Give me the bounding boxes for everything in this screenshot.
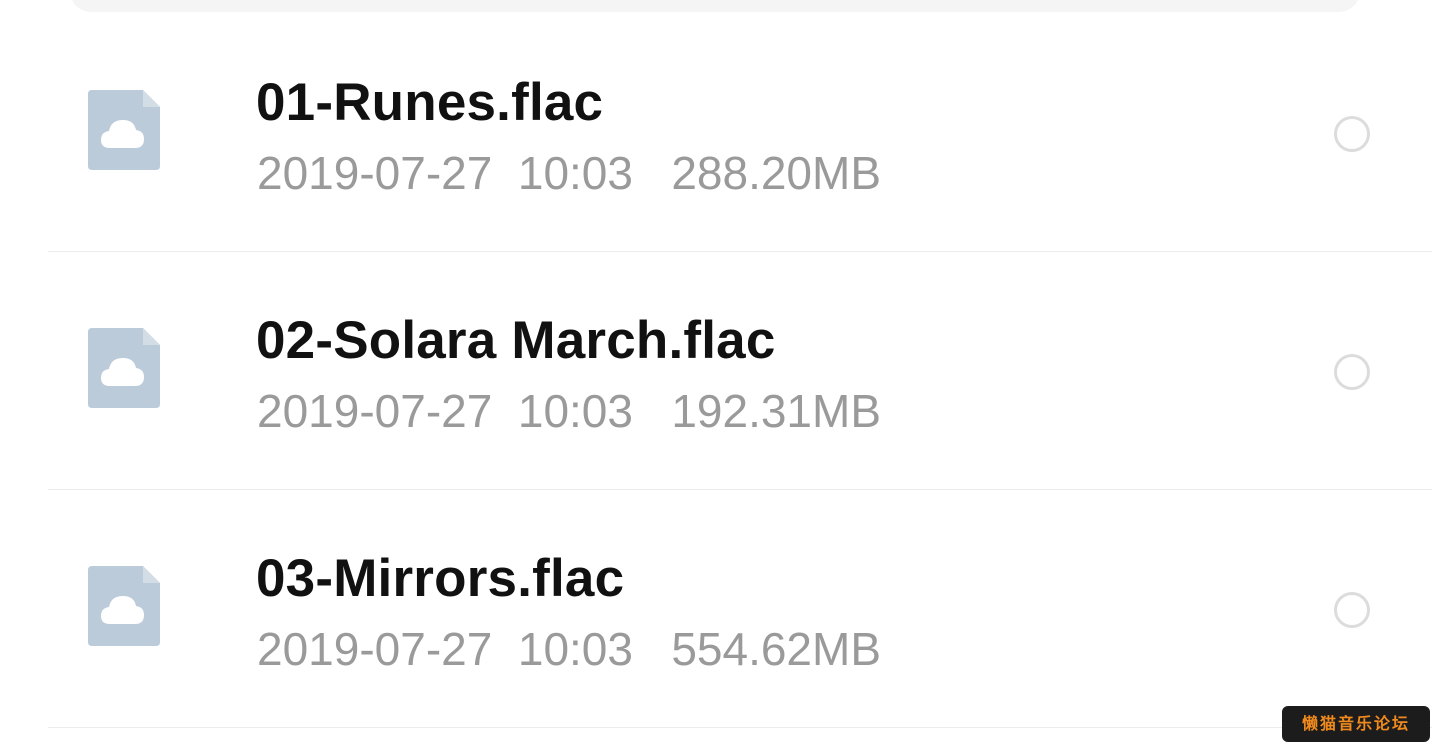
file-list: 01-Runes.flac 2019-07-27 10:03 288.20MB …	[0, 14, 1432, 728]
divider	[48, 727, 1432, 728]
file-row[interactable]: 01-Runes.flac 2019-07-27 10:03 288.20MB	[0, 14, 1432, 252]
file-meta: 2019-07-27 10:03 288.20MB	[257, 147, 882, 199]
select-radio[interactable]	[1334, 354, 1370, 390]
file-name: 03-Mirrors.flac	[256, 549, 625, 608]
file-row[interactable]: 03-Mirrors.flac 2019-07-27 10:03 554.62M…	[0, 490, 1432, 728]
file-row[interactable]: 02-Solara March.flac 2019-07-27 10:03 19…	[0, 252, 1432, 490]
file-name: 01-Runes.flac	[256, 73, 604, 132]
select-radio[interactable]	[1334, 116, 1370, 152]
file-meta: 2019-07-27 10:03 192.31MB	[257, 385, 882, 437]
cloud-file-icon	[88, 90, 160, 170]
forum-watermark: 懒猫音乐论坛	[1282, 706, 1430, 742]
file-name: 02-Solara March.flac	[256, 311, 776, 370]
file-meta: 2019-07-27 10:03 554.62MB	[257, 623, 882, 675]
cloud-file-icon	[88, 328, 160, 408]
cloud-file-icon	[88, 566, 160, 646]
search-bar[interactable]	[70, 0, 1360, 12]
select-radio[interactable]	[1334, 592, 1370, 628]
